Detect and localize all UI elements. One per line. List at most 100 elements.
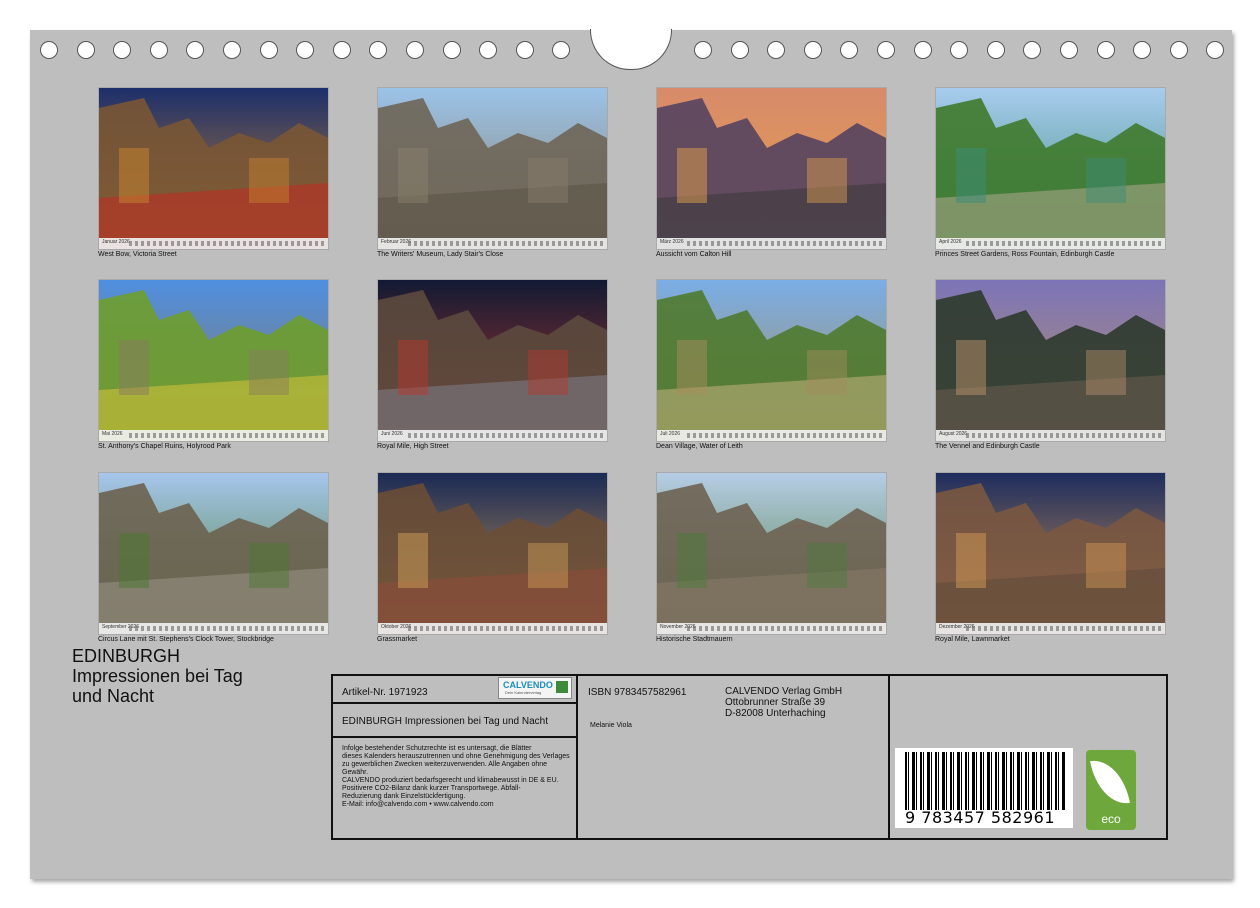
title-line-3: und Nacht — [72, 686, 155, 706]
photo-caption: Royal Mile, High Street — [377, 443, 449, 450]
spiral-hole — [877, 41, 895, 59]
spiral-hole — [913, 41, 932, 59]
legal-line: CALVENDO produziert bedarfsgerecht und k… — [342, 777, 559, 784]
calendar-photo: Januar 2026 — [98, 87, 329, 250]
spiral-hole — [803, 41, 822, 59]
month-name: August 2026 — [939, 431, 968, 437]
calendar-photo: April 2026 — [935, 87, 1166, 250]
leaf-icon — [1090, 755, 1130, 809]
calendar-photo: Mai 2026 — [98, 279, 329, 442]
month-calendar-strip: Mai 2026 — [99, 430, 328, 441]
day-cells — [966, 433, 1162, 438]
calendar-photo: Dezember 2026 — [935, 472, 1166, 635]
month-name: März 2026 — [660, 239, 684, 245]
spiral-hole — [730, 41, 749, 59]
title-line-2: Impressionen bei Tag — [72, 666, 243, 686]
day-cells — [408, 626, 604, 631]
legal-line: Infolge bestehender Schutzrechte ist es … — [342, 745, 532, 752]
eco-label: eco — [1101, 812, 1121, 826]
legal-line: zu gewerblichen Zwecken weiterzuverwende… — [342, 761, 548, 768]
barcode-bars — [905, 752, 1065, 810]
spiral-hole — [1206, 41, 1225, 59]
legal-line: E-Mail: info@calvendo.com • www.calvendo… — [342, 801, 494, 808]
calvendo-mark-icon — [556, 681, 568, 693]
spiral-hole — [840, 41, 859, 59]
publisher-box: ISBN 9783457582961 Melanie Viola CALVEND… — [576, 674, 892, 840]
hanger-notch — [590, 29, 672, 70]
calendar-photo: November 2026 — [656, 472, 887, 635]
day-cells — [966, 241, 1162, 246]
spiral-hole — [332, 41, 351, 59]
month-calendar-strip: Juni 2026 — [378, 430, 607, 441]
eco-badge: eco — [1086, 750, 1136, 830]
isbn-barcode: 9 783457 582961 — [895, 748, 1073, 828]
publisher-address: CALVENDO Verlag GmbH Ottobrunner Straße 3… — [725, 686, 842, 719]
month-name: Februar 2026 — [381, 239, 412, 245]
spiral-hole — [259, 41, 278, 59]
calendar-photo: Oktober 2026 — [377, 472, 608, 635]
month-calendar-strip: Dezember 2026 — [936, 623, 1165, 634]
day-cells — [687, 433, 883, 438]
spiral-hole — [767, 41, 786, 59]
day-cells — [129, 626, 325, 631]
photo-caption: West Bow, Victoria Street — [98, 251, 177, 258]
legal-line: Gewähr. — [342, 769, 369, 776]
spiral-hole — [296, 41, 315, 59]
day-cells — [408, 241, 604, 246]
spiral-hole — [113, 41, 132, 59]
title-line-1: EDINBURGH — [72, 646, 181, 666]
legal-line: Reduzierung dank Einzelstückfertigung. — [342, 793, 466, 800]
publisher-line: CALVENDO Verlag GmbH — [725, 686, 843, 697]
spiral-hole — [369, 41, 388, 59]
photo-caption: Princes Street Gardens, Ross Fountain, E… — [935, 251, 1115, 258]
photo-caption: Aussicht vom Calton Hill — [656, 251, 732, 258]
legal-box: Infolge bestehender Schutzrechte ist es … — [331, 736, 580, 840]
calendar-photo: Juli 2026 — [656, 279, 887, 442]
isbn: ISBN 9783457582961 — [588, 687, 687, 698]
legal-text: Infolge bestehender Schutzrechte ist es … — [342, 745, 570, 809]
spiral-hole — [149, 41, 168, 59]
photo-caption: Royal Mile, Lawnmarket — [935, 636, 1010, 643]
spiral-hole — [1096, 41, 1115, 59]
calendar-photo: August 2026 — [935, 279, 1166, 442]
month-calendar-strip: März 2026 — [657, 238, 886, 249]
photo-caption: St. Anthony's Chapel Ruins, Holyrood Par… — [98, 443, 231, 450]
day-cells — [129, 241, 325, 246]
spiral-hole — [1133, 41, 1152, 59]
spiral-hole — [694, 41, 712, 59]
month-name: Juni 2026 — [381, 431, 403, 437]
month-calendar-strip: Februar 2026 — [378, 238, 607, 249]
publisher-line: Ottobrunner Straße 39 — [725, 697, 826, 708]
legal-line: Positivere CO2-Bilanz dank kurzer Transp… — [342, 785, 521, 792]
spiral-hole — [442, 41, 461, 59]
month-name: Juli 2026 — [660, 431, 681, 437]
month-calendar-strip: August 2026 — [936, 430, 1165, 441]
month-name: Januar 2026 — [102, 239, 130, 245]
month-calendar-strip: April 2026 — [936, 238, 1165, 249]
calvendo-logo-subtext: Dein Kalenderverlag — [505, 690, 542, 695]
calendar-photo: September 2026 — [98, 472, 329, 635]
photo-caption: Circus Lane mit St. Stephens's Clock Tow… — [98, 636, 274, 643]
spiral-hole — [1060, 41, 1078, 59]
calendar-photo: Februar 2026 — [377, 87, 608, 250]
day-cells — [966, 626, 1162, 631]
product-title-box: EDINBURGH Impressionen bei Tag und Nacht — [331, 702, 580, 740]
photo-caption: The Vennel and Edinburgh Castle — [935, 443, 1040, 450]
month-name: Oktober 2026 — [381, 624, 412, 630]
month-calendar-strip: Januar 2026 — [99, 238, 328, 249]
month-calendar-strip: November 2026 — [657, 623, 886, 634]
spiral-hole — [186, 41, 205, 59]
calendar-photo: Juni 2026 — [377, 279, 608, 442]
spiral-hole — [40, 41, 58, 59]
legal-line: dieses Kalenders herauszutrennen und ohn… — [342, 753, 570, 760]
month-name: Mai 2026 — [102, 431, 123, 437]
photo-caption: The Writers' Museum, Lady Stair's Close — [377, 251, 504, 258]
spiral-hole — [986, 41, 1005, 59]
spiral-hole — [552, 41, 571, 59]
spiral-hole — [406, 41, 424, 59]
spiral-hole — [76, 41, 95, 59]
author: Melanie Viola — [590, 722, 632, 729]
day-cells — [687, 626, 883, 631]
calendar-title: EDINBURGH Impressionen bei Tag und Nacht — [72, 646, 243, 706]
month-calendar-strip: Juli 2026 — [657, 430, 886, 441]
